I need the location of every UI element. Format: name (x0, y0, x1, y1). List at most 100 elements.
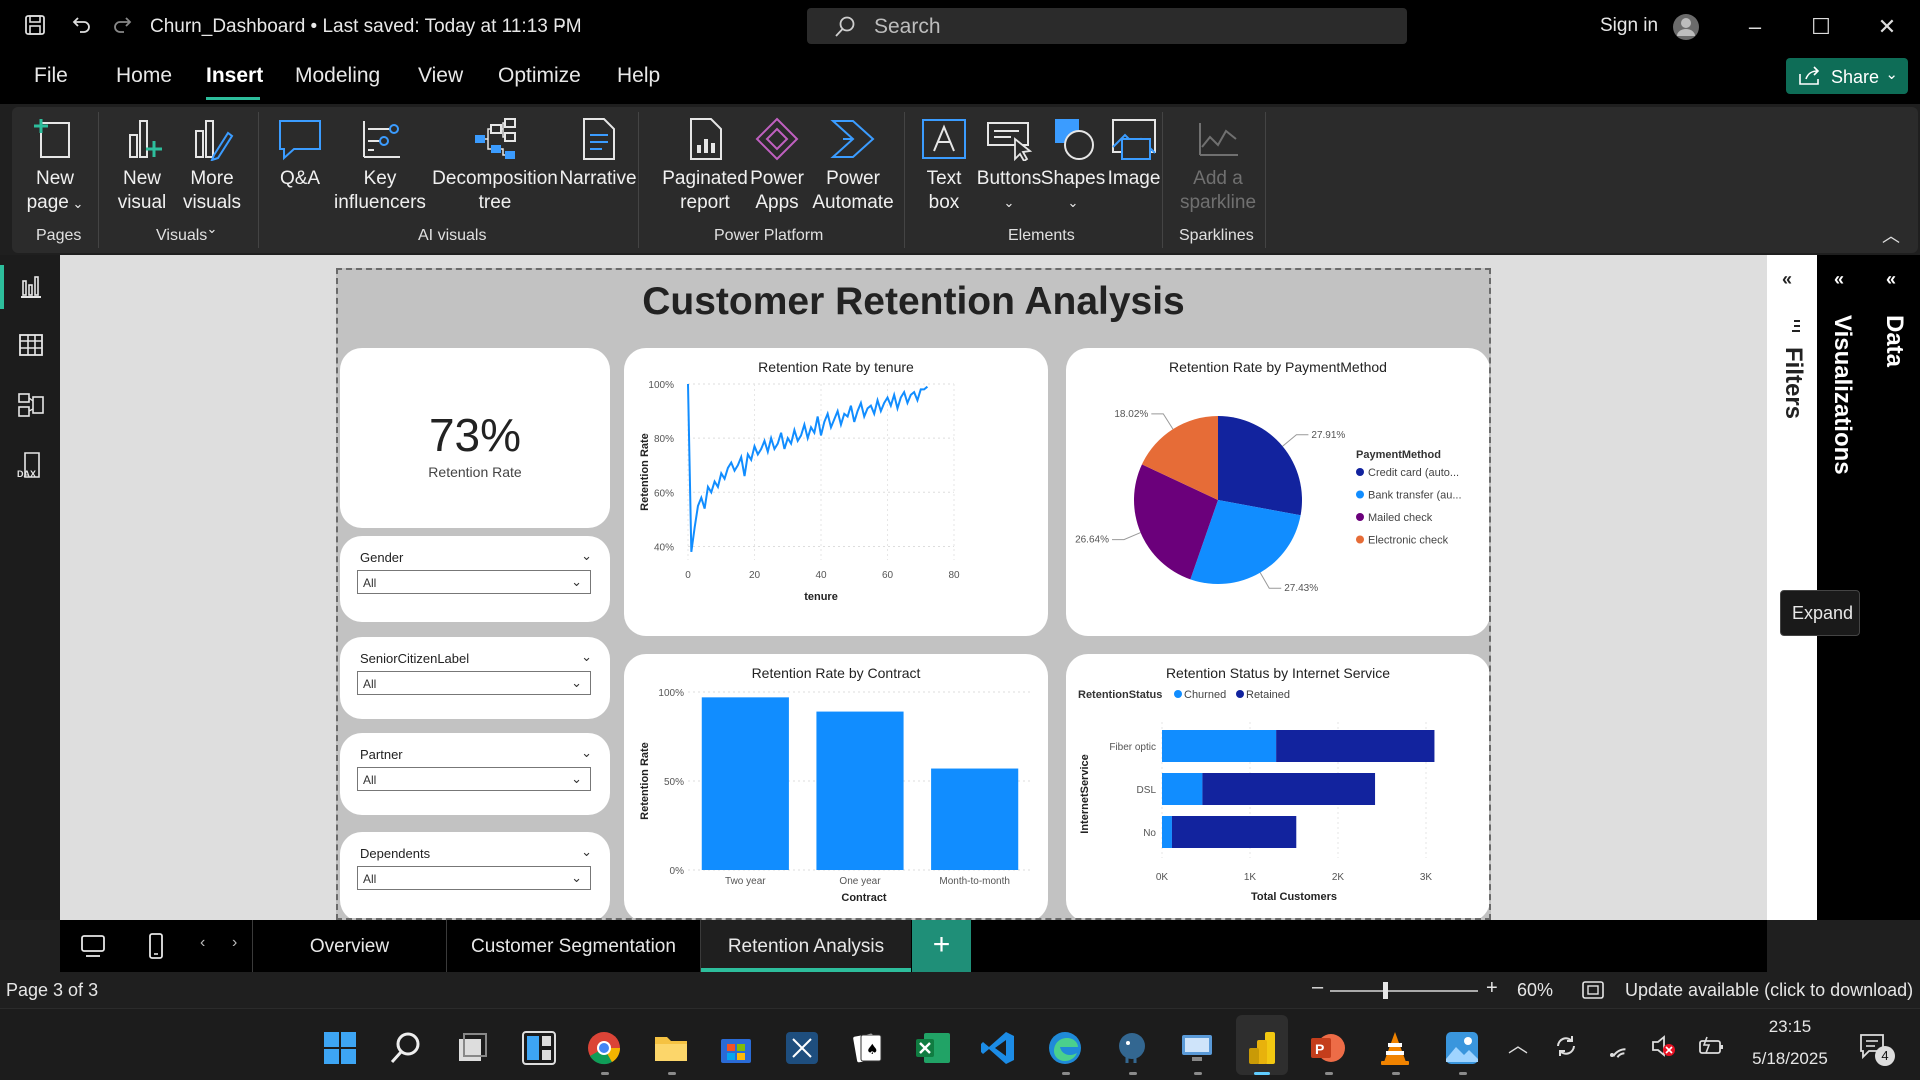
new-visual-button[interactable]: New visual (112, 117, 172, 215)
zoom-in-icon[interactable]: + (1486, 977, 1498, 1000)
add-sparkline-button[interactable]: Add a sparkline (1172, 117, 1264, 215)
model-view-icon[interactable] (15, 389, 47, 421)
line-chart-card[interactable]: Retention Rate by tenure 40% 60% 80% 100% 0 2… (624, 348, 1048, 636)
collapse-ribbon-icon[interactable]: ︿ (1882, 222, 1900, 248)
tab-retention-analysis[interactable]: Retention Analysis (701, 920, 911, 972)
task-view-icon[interactable] (453, 1029, 491, 1067)
filters-pane[interactable]: « Filters (1767, 255, 1817, 920)
solitaire-icon[interactable]: ♠ (849, 1029, 887, 1067)
share-button[interactable]: Share ⌄ (1786, 58, 1908, 94)
shapes-button[interactable]: Shapes ⌄ (1038, 117, 1108, 215)
power-apps-button[interactable]: Power Apps (742, 117, 812, 215)
decomposition-tree-button[interactable]: Decomposition tree (430, 117, 560, 215)
show-hidden-icons-icon[interactable]: ︿ (1508, 1029, 1528, 1058)
window-title[interactable]: Churn_Dashboard • Last saved: Today at 1… (150, 16, 582, 38)
desktop-layout-icon[interactable] (80, 934, 106, 958)
previous-page-icon[interactable]: ‹ (200, 934, 205, 952)
slicer-dependents-dropdown[interactable]: All ⌄ (357, 866, 591, 890)
slicer-senior-citizen[interactable]: SeniorCitizenLabel ⌄ All ⌄ (340, 637, 610, 719)
microsoft-store-icon[interactable] (717, 1029, 755, 1067)
maximize-icon[interactable]: ☐ (1806, 12, 1836, 42)
minimize-icon[interactable]: – (1740, 12, 1770, 42)
slicer-collapse-icon[interactable]: ⌄ (581, 844, 592, 860)
slicer-dependents[interactable]: Dependents ⌄ All ⌄ (340, 832, 610, 918)
battery-icon[interactable] (1697, 1033, 1725, 1059)
sign-in-link[interactable]: Sign in (1600, 15, 1658, 37)
sync-icon[interactable] (1553, 1033, 1579, 1059)
menu-home[interactable]: Home (116, 64, 172, 88)
account-avatar-icon[interactable] (1672, 13, 1700, 41)
wifi-icon[interactable] (1606, 1033, 1632, 1059)
menu-view[interactable]: View (418, 64, 463, 88)
collapse-visualizations-icon[interactable]: « (1834, 269, 1844, 290)
bar-chart-card[interactable]: Retention Rate by Contract 0% 50% 100% Two … (624, 654, 1048, 918)
data-pane[interactable]: « Data (1869, 255, 1920, 920)
more-visuals-button[interactable]: More visuals ⌄ (177, 117, 247, 241)
powerpoint-icon[interactable]: P (1309, 1029, 1347, 1067)
collapse-data-icon[interactable]: « (1886, 269, 1896, 290)
taskbar-time[interactable]: 23:15 (1745, 1017, 1835, 1037)
slicer-gender-dropdown[interactable]: All ⌄ (357, 570, 591, 594)
menu-help[interactable]: Help (617, 64, 660, 88)
stacked-bar-chart-card[interactable]: Retention Status by Internet Service Ret… (1066, 654, 1489, 918)
new-page-button[interactable]: New page ⌄ (20, 117, 90, 216)
chrome-icon[interactable] (585, 1029, 623, 1067)
report-view-icon[interactable] (15, 271, 47, 303)
slicer-gender[interactable]: Gender ⌄ All ⌄ (340, 536, 610, 622)
vs-code-icon[interactable] (979, 1029, 1017, 1067)
postgresql-icon[interactable] (1113, 1029, 1151, 1067)
menu-modeling[interactable]: Modeling (295, 64, 380, 88)
qna-button[interactable]: Q&A (274, 117, 326, 191)
table-view-icon[interactable] (15, 329, 47, 361)
report-page[interactable]: Customer Retention Analysis 73% Retentio… (336, 268, 1491, 920)
widgets-icon[interactable] (520, 1029, 558, 1067)
slicer-senior-citizen-dropdown[interactable]: All ⌄ (357, 671, 591, 695)
tab-overview[interactable]: Overview (253, 920, 446, 972)
text-box-button[interactable]: Text box (912, 117, 976, 215)
mobile-layout-icon[interactable] (148, 932, 164, 960)
narrative-button[interactable]: Narrative (550, 117, 646, 191)
buttons-button[interactable]: Buttons ⌄ (974, 117, 1044, 215)
menu-file[interactable]: File (34, 64, 68, 88)
add-page-button[interactable]: + (912, 920, 971, 972)
undo-icon[interactable] (68, 12, 94, 38)
slicer-collapse-icon[interactable]: ⌄ (581, 745, 592, 761)
photos-icon[interactable] (1443, 1029, 1481, 1067)
zoom-slider-track[interactable] (1330, 990, 1478, 992)
title-dropdown-icon[interactable]: ⌄ (556, 15, 568, 32)
search-box[interactable]: Search (807, 8, 1407, 44)
close-icon[interactable]: ✕ (1872, 12, 1902, 42)
redo-icon[interactable] (110, 12, 136, 38)
key-influencers-button[interactable]: Key influencers (332, 117, 428, 215)
next-page-icon[interactable]: › (232, 934, 237, 952)
image-button[interactable]: Image (1104, 117, 1164, 191)
update-available-link[interactable]: Update available (click to download) (1625, 980, 1913, 1001)
remote-desktop-icon[interactable] (1178, 1029, 1216, 1067)
fit-to-page-icon[interactable] (1582, 981, 1604, 999)
slicer-collapse-icon[interactable]: ⌄ (581, 649, 592, 665)
zoom-slider-thumb[interactable] (1383, 982, 1389, 999)
slicer-collapse-icon[interactable]: ⌄ (581, 548, 592, 564)
file-explorer-icon[interactable] (652, 1029, 690, 1067)
taskbar-search-icon[interactable] (387, 1029, 425, 1067)
collapse-filters-icon[interactable]: « (1782, 269, 1792, 290)
dax-query-view-icon[interactable]: DAX (15, 449, 47, 481)
menu-insert[interactable]: Insert (206, 64, 263, 88)
edge-icon[interactable] (1046, 1029, 1084, 1067)
pie-chart-card[interactable]: Retention Rate by PaymentMethod 27.91% 27… (1066, 348, 1489, 636)
visualizations-pane[interactable]: « Visualizations (1817, 255, 1869, 920)
tab-customer-segmentation[interactable]: Customer Segmentation (447, 920, 700, 972)
zoom-out-icon[interactable]: – (1312, 976, 1323, 999)
volume-muted-icon[interactable] (1649, 1033, 1677, 1059)
menu-optimize[interactable]: Optimize (498, 64, 581, 88)
vlc-icon[interactable] (1376, 1029, 1414, 1067)
power-bi-icon[interactable] (1243, 1029, 1281, 1067)
slicer-partner[interactable]: Partner ⌄ All ⌄ (340, 733, 610, 815)
slicer-partner-dropdown[interactable]: All ⌄ (357, 767, 591, 791)
save-icon[interactable] (22, 12, 48, 38)
taskbar-date[interactable]: 5/18/2025 (1745, 1049, 1835, 1069)
kpi-card[interactable]: 73% Retention Rate (340, 348, 610, 528)
snipping-tool-icon[interactable] (783, 1029, 821, 1067)
excel-icon[interactable] (914, 1029, 952, 1067)
power-automate-button[interactable]: Power Automate (808, 117, 898, 215)
